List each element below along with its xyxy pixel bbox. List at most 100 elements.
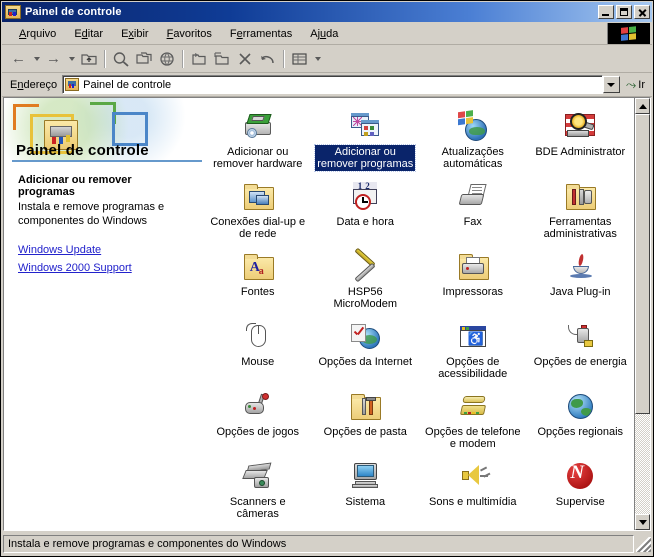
item-fax[interactable]: Fax [419,174,527,244]
forward-dropdown-icon[interactable] [65,48,77,70]
add-remove-programs-icon [349,110,381,142]
item-network-dialup-connections[interactable]: Conexões dial-up e de rede [204,174,312,244]
client-area: Painel de controle Adicionar ou remover … [3,97,651,531]
link-windows-update[interactable]: Windows Update [18,244,190,256]
maximize-button[interactable] [616,5,632,19]
control-panel-window: Painel de controle Arquivo Editar Exibir… [0,0,654,557]
menu-ferramentas-rest: rramentas [242,27,293,40]
item-gaming-options[interactable]: Opções de jogos [204,384,312,454]
item-label: Opções da Internet [318,356,413,368]
left-pane-links: Windows Update Windows 2000 Support [18,244,190,274]
window-title: Painel de controle [25,6,122,18]
vertical-scrollbar[interactable] [634,98,650,530]
copy-to-button[interactable] [210,48,233,70]
item-label: Sons e multimídia [429,496,517,508]
administrative-tools-icon [564,180,597,212]
menu-favoritos[interactable]: Favoritos [158,26,221,42]
menu-ajuda-rest: da [326,27,339,40]
menu-exibir-rest: ibir [133,27,149,40]
left-info-pane: Painel de controle Adicionar ou remover … [4,98,204,530]
item-label: Mouse [241,356,275,368]
delete-button[interactable] [233,48,256,70]
toolbar: ← → [2,45,652,73]
item-printers[interactable]: Impressoras [419,244,527,314]
address-dropdown-button[interactable] [602,76,620,93]
folders-button[interactable] [132,48,155,70]
control-panel-icon-grid: Adicionar ou remover hardware Adicionar … [204,98,634,524]
item-label: Atualizações automáticas [441,146,504,170]
left-pane-body: Adicionar ou remover programas Instala e… [4,162,204,274]
back-dropdown-icon[interactable] [30,48,42,70]
go-button[interactable]: ⤳ Ir [620,77,649,93]
item-regional-options[interactable]: Opções regionais [527,384,635,454]
item-fonts[interactable]: Aa Fontes [204,244,312,314]
toolbar-separator-1 [104,49,105,68]
item-mouse[interactable]: Mouse [204,314,312,384]
minimize-button[interactable] [598,5,614,19]
item-phone-modem-options[interactable]: Opções de telefone e modem [419,384,527,454]
automatic-updates-icon [457,110,489,142]
item-label: Data e hora [336,216,394,228]
item-sounds-multimedia[interactable]: Sons e multimídia [419,454,527,524]
status-text: Instala e remove programas e componentes… [3,535,634,553]
scrollbar-thumb[interactable] [635,114,650,414]
item-label: Java Plug-in [549,286,611,298]
item-administrative-tools[interactable]: Ferramentas administrativas [527,174,635,244]
link-windows-2000-support[interactable]: Windows 2000 Support [18,262,190,274]
item-label: Ferramentas administrativas [543,216,617,240]
forward-button[interactable]: → [42,48,65,70]
menu-editar-rest: itar [87,27,104,40]
date-time-icon: 12 [349,180,381,212]
menu-arquivo[interactable]: Arquivo [10,26,65,42]
item-add-remove-hardware[interactable]: Adicionar ou remover hardware [204,104,312,174]
add-remove-hardware-icon [242,110,274,142]
address-folder-icon [65,78,80,91]
go-arrow-icon: ⤳ [625,76,637,92]
menu-ferramentas[interactable]: Ferramentas [221,26,301,42]
item-system[interactable]: Sistema [312,454,420,524]
item-power-options[interactable]: Opções de energia [527,314,635,384]
banner-blue-square [112,112,148,146]
menu-favoritos-rest: avoritos [173,27,212,40]
item-supervise[interactable]: N Supervise [527,454,635,524]
item-add-remove-programs[interactable]: Adicionar ou remover programas [312,104,420,174]
status-bar: Instala e remove programas e componentes… [3,534,651,554]
item-date-time[interactable]: 12 Data e hora [312,174,420,244]
scroll-down-button[interactable] [635,514,650,530]
search-button[interactable] [109,48,132,70]
item-accessibility-options[interactable]: ♿ Opções de acessibilidade [419,314,527,384]
menu-exibir[interactable]: Exibir [112,26,158,42]
scrollbar-track[interactable] [635,114,650,514]
item-label: HSP56 MicroModem [333,286,398,310]
printers-icon [457,250,489,282]
scroll-up-button[interactable] [635,98,650,114]
item-folder-options[interactable]: Opções de pasta [312,384,420,454]
item-java-plugin[interactable]: Java Plug-in [527,244,635,314]
history-button[interactable] [155,48,178,70]
resize-grip-icon[interactable] [636,536,651,552]
up-button[interactable] [77,48,100,70]
hsp56-micromodem-icon [349,247,381,283]
scroll-down-arrow-icon [638,519,647,525]
views-dropdown-icon[interactable] [311,48,323,70]
item-bde-administrator[interactable]: BDE Administrator [527,104,635,174]
item-automatic-updates[interactable]: Atualizações automáticas [419,104,527,174]
phone-modem-options-icon [457,390,489,422]
item-label: Fax [463,216,482,228]
views-button[interactable] [288,48,311,70]
scanners-cameras-icon [241,460,274,492]
close-button[interactable] [634,5,650,19]
toolbar-separator-3 [283,49,284,68]
address-input[interactable]: Painel de controle [62,75,603,94]
item-scanners-cameras[interactable]: Scanners e câmeras [204,454,312,524]
item-label: Impressoras [442,286,504,298]
back-button[interactable]: ← [7,48,30,70]
menu-ajuda[interactable]: Ajuda [301,26,347,42]
java-plugin-icon [564,250,596,282]
item-internet-options[interactable]: Opções da Internet [312,314,420,384]
item-hsp56-micromodem[interactable]: HSP56 MicroModem [312,244,420,314]
move-to-button[interactable] [187,48,210,70]
menu-editar[interactable]: Editar [65,26,112,42]
power-options-icon [564,320,596,352]
undo-button[interactable] [256,48,279,70]
